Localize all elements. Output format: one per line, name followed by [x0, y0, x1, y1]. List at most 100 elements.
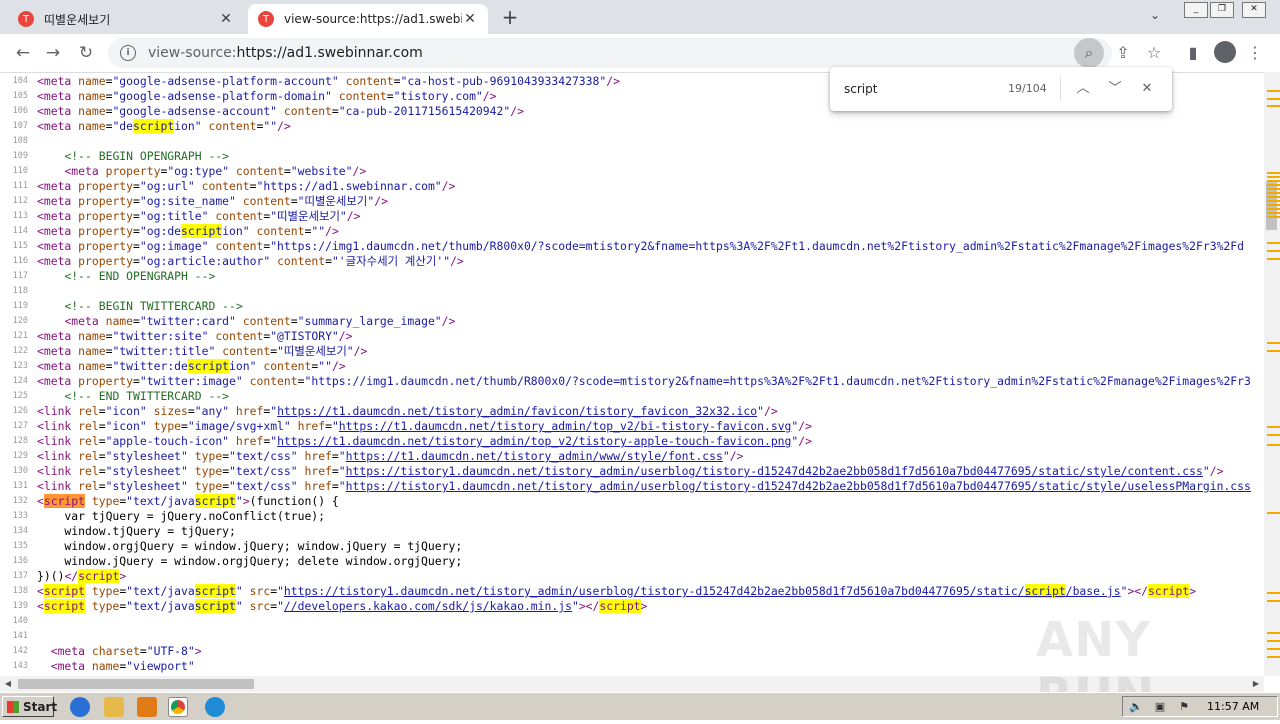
minimize-button[interactable]: _ — [1184, 2, 1208, 18]
line-code: <link rel="icon" type="image/svg+xml" hr… — [37, 419, 812, 433]
search-match-marker — [1267, 444, 1280, 446]
line-code: <script type="text/javascript" src="//de… — [37, 599, 648, 613]
forward-button[interactable]: → — [42, 42, 64, 64]
line-code: <meta property="og:title" content="띠별운세보… — [37, 209, 361, 223]
source-line: 118 — [0, 284, 1264, 299]
volume-icon[interactable]: 🔈 — [1129, 700, 1143, 714]
source-line: 116 <meta property="og:article:author" co… — [0, 254, 1264, 269]
source-line: 134 window.tjQuery = tjQuery; — [0, 524, 1264, 539]
search-match-marker — [1267, 426, 1280, 428]
source-line: 113 <meta property="og:title" content="띠별… — [0, 209, 1264, 224]
line-code: <meta name="google-adsense-account" cont… — [37, 104, 524, 118]
line-code: <script type="text/javascript" src="http… — [37, 584, 1197, 598]
horizontal-scroll-thumb[interactable] — [18, 679, 254, 689]
search-match-marker — [1267, 258, 1280, 260]
network-icon[interactable]: ▣ — [1153, 700, 1167, 714]
search-match-marker — [1267, 434, 1280, 436]
bookmark-star-icon[interactable]: ☆ — [1143, 42, 1165, 64]
find-next-icon[interactable]: ﹀ — [1105, 79, 1125, 99]
search-match-marker — [1267, 250, 1280, 252]
line-code: <link rel="stylesheet" type="text/css" h… — [37, 449, 744, 463]
line-code: <link rel="stylesheet" type="text/css" h… — [37, 464, 1224, 478]
address-bar[interactable]: i view-source:https://ad1.swebinnar.com — [108, 38, 1112, 68]
search-match-marker — [1267, 204, 1280, 206]
tab-active[interactable]: T view-source:https://ad1.swebinnar.com … — [248, 4, 488, 34]
explorer-folder-icon[interactable] — [104, 697, 124, 717]
line-number: 110 — [12, 166, 28, 176]
reload-button[interactable]: ↻ — [75, 42, 97, 64]
source-line: 133 var tjQuery = jQuery.noConflict(true… — [0, 509, 1264, 524]
line-code: <!-- BEGIN OPENGRAPH --> — [64, 149, 230, 163]
line-number: 105 — [12, 91, 28, 101]
new-tab-button[interactable]: + — [498, 6, 522, 30]
tistory-favicon-icon: T — [258, 11, 274, 27]
flag-icon[interactable]: ⚑ — [1177, 700, 1191, 714]
ie-icon[interactable] — [70, 697, 90, 717]
close-icon[interactable]: ✕ — [218, 11, 234, 27]
chrome-taskbar-button[interactable] — [168, 697, 188, 717]
search-match-marker — [1267, 600, 1280, 602]
info-icon[interactable]: i — [120, 45, 136, 61]
line-number: 142 — [12, 646, 28, 656]
line-number: 130 — [12, 466, 28, 476]
source-line: 123 <meta name="twitter:description" cont… — [0, 359, 1264, 374]
share-icon[interactable]: ⇪ — [1112, 42, 1134, 64]
find-input[interactable] — [844, 81, 1004, 97]
line-number: 137 — [12, 571, 28, 581]
back-button[interactable]: ← — [12, 42, 34, 64]
line-number: 128 — [12, 436, 28, 446]
tab-title: view-source:https://ad1.swebinnar.com — [284, 12, 462, 26]
search-match-marker — [1267, 208, 1280, 210]
tab-search-chevron-icon[interactable]: ⌄ — [1150, 8, 1160, 22]
line-code: <!-- BEGIN TWITTERCARD --> — [64, 299, 243, 313]
media-player-icon[interactable] — [137, 697, 157, 717]
source-line: 110 <meta property="og:type" content="we… — [0, 164, 1264, 179]
start-button[interactable]: Start — [2, 696, 57, 717]
line-number: 117 — [12, 271, 28, 281]
search-match-marker — [1267, 90, 1280, 92]
source-line: 119 <!-- BEGIN TWITTERCARD --> — [0, 299, 1264, 314]
line-number: 129 — [12, 451, 28, 461]
scroll-left-arrow-icon[interactable]: ◀ — [0, 676, 16, 692]
edge-icon[interactable] — [205, 697, 225, 717]
search-match-marker — [1267, 512, 1280, 514]
find-close-icon[interactable]: ✕ — [1137, 79, 1157, 99]
line-code: <meta name="google-adsense-platform-acco… — [37, 74, 620, 88]
menu-kebab-icon[interactable]: ⋮ — [1244, 42, 1266, 64]
line-number: 115 — [12, 241, 28, 251]
search-match-marker — [1267, 592, 1280, 594]
line-number: 141 — [12, 631, 28, 641]
profile-avatar[interactable] — [1214, 41, 1236, 63]
side-panel-icon[interactable]: ▮ — [1182, 42, 1204, 64]
tab-strip: T 띠별운세보기 ✕ T view-source:https://ad1.swe… — [0, 0, 1280, 34]
close-icon[interactable]: ✕ — [462, 11, 478, 27]
line-code: <meta property="og:url" content="https:/… — [37, 179, 456, 193]
line-code: <meta name="twitter:site" content="@TIST… — [37, 329, 353, 343]
address-url: view-source:https://ad1.swebinnar.com — [148, 45, 423, 61]
line-number: 120 — [12, 316, 28, 326]
search-match-marker — [1267, 176, 1280, 178]
search-match-marker — [1267, 216, 1280, 218]
maximize-button[interactable]: ❐ — [1210, 2, 1234, 18]
source-line: 138 <script type="text/javascript" src="h… — [0, 584, 1264, 599]
tab-inactive[interactable]: T 띠별운세보기 ✕ — [8, 4, 244, 34]
line-code: <meta property="twitter:image" content="… — [37, 374, 1251, 388]
source-line: 124 <meta property="twitter:image" conten… — [0, 374, 1264, 389]
line-code: window.orgjQuery = window.jQuery; window… — [37, 539, 463, 553]
source-line: 108 — [0, 134, 1264, 149]
search-match-marker — [1267, 196, 1280, 198]
search-match-marker — [1267, 200, 1280, 202]
find-previous-icon[interactable]: ︿ — [1073, 79, 1093, 99]
vertical-scrollbar[interactable] — [1264, 72, 1280, 676]
source-line: 117 <!-- END OPENGRAPH --> — [0, 269, 1264, 284]
close-window-button[interactable]: ✕ — [1242, 2, 1266, 18]
line-code: })()</script> — [37, 569, 127, 583]
search-match-marker — [1267, 184, 1280, 186]
search-match-marker — [1267, 188, 1280, 190]
line-code: <meta name="twitter:card" content="summa… — [64, 314, 456, 328]
line-number: 108 — [12, 136, 28, 146]
line-code: <meta property="og:description" content=… — [37, 224, 339, 238]
line-number: 136 — [12, 556, 28, 566]
line-code: <meta property="og:type" content="websit… — [64, 164, 367, 178]
source-line: 137 })()</script> — [0, 569, 1264, 584]
